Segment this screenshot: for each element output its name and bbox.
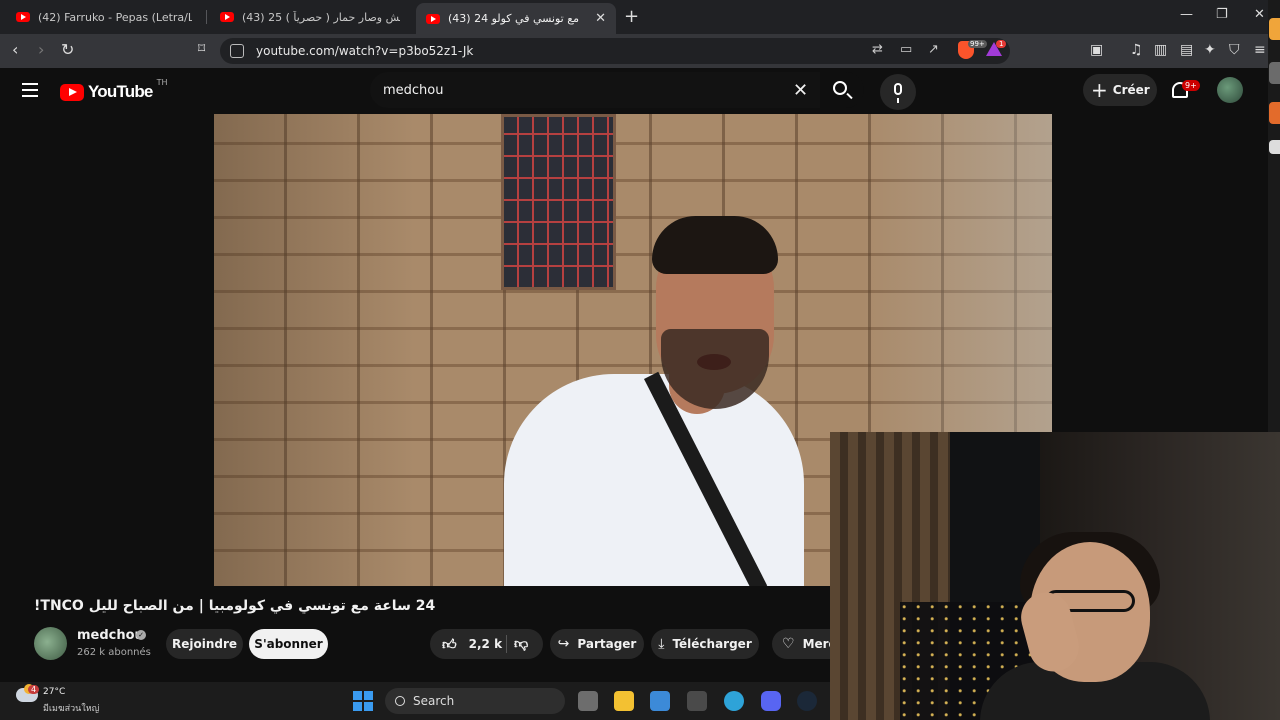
microphone-icon	[894, 83, 902, 103]
discord-icon[interactable]	[761, 691, 781, 711]
person-shirt	[504, 374, 804, 586]
reader-mode-icon[interactable]: ▣	[1090, 42, 1103, 58]
webcam-overlay	[830, 432, 1280, 720]
menu-icon[interactable]: ≡	[1254, 42, 1266, 58]
divider	[506, 635, 507, 653]
brave-shields-badge: 99+	[968, 40, 987, 48]
search-box	[370, 72, 820, 108]
tab-kabar[interactable]: (43) كبر الجحش وصار حمار ( حصرياً ) 25	[210, 4, 410, 30]
thanks-button[interactable]: ♡ Merci	[772, 629, 830, 659]
share-label: Partager	[577, 637, 637, 651]
media-icon[interactable]: ♫	[1130, 42, 1143, 58]
minimize-icon[interactable]: —	[1180, 7, 1193, 22]
bookmark-icon[interactable]: ⌑	[198, 41, 205, 57]
subscriber-count: 262 k abonnés	[77, 647, 151, 658]
translate-icon[interactable]: ⇄	[872, 42, 883, 57]
sidebar-icon[interactable]: ▥	[1154, 42, 1167, 58]
heart-dollar-icon: ♡	[782, 636, 795, 652]
thanks-label: Merci	[802, 637, 830, 651]
forward-icon[interactable]: ›	[38, 40, 44, 59]
weather-description[interactable]: มีเมฆส่วนใหญ่	[43, 701, 99, 715]
new-tab-button[interactable]: +	[624, 6, 639, 27]
address-bar[interactable]: youtube.com/watch?v=p3bo52z1-Jk	[220, 38, 1010, 64]
extension-icon[interactable]	[1269, 102, 1280, 124]
download-icon: ⤓	[658, 636, 665, 652]
leo-ai-icon[interactable]: ✦	[1204, 42, 1216, 58]
youtube-masthead: YouTube TH ✕ + Créer 9+	[0, 68, 1268, 114]
tab-farruko[interactable]: (42) Farruko - Pepas (Letra/Lyrics) - Y	[6, 4, 202, 30]
steam-icon[interactable]	[797, 691, 817, 711]
dislike-thumb-icon[interactable]: 👎︎	[514, 635, 528, 652]
tab-title: (43) 24 ساعة مع تونسي في كولو	[448, 12, 583, 25]
video-title: 24 ساعة مع تونسي في كولومبيا | من الصباح…	[34, 598, 436, 614]
like-count[interactable]: 2,2 k	[469, 637, 502, 651]
country-code: TH	[156, 78, 168, 87]
person-hair	[652, 216, 778, 274]
barred-window	[501, 114, 616, 290]
share-button[interactable]: ↪ Partager	[550, 629, 644, 659]
youtube-wordmark: YouTube	[88, 82, 153, 101]
search-button[interactable]	[820, 72, 864, 108]
tab-active-video[interactable]: (43) 24 ساعة مع تونسي في كولو ✕	[416, 3, 616, 34]
account-avatar[interactable]	[1217, 77, 1243, 103]
like-dislike-group: 👍︎ 2,2 k 👎︎	[430, 629, 543, 659]
file-explorer-icon[interactable]	[614, 691, 634, 711]
channel-name[interactable]: medchou	[77, 628, 144, 643]
app-icon[interactable]	[687, 691, 707, 711]
tab-title: (42) Farruko - Pepas (Letra/Lyrics) - Y	[38, 10, 192, 24]
video-shade	[214, 114, 414, 586]
search-icon	[833, 81, 847, 95]
taskbar-search[interactable]: Search	[385, 688, 565, 714]
youtube-favicon-icon	[16, 12, 30, 22]
subscribe-button[interactable]: S'abonner	[249, 629, 328, 659]
verified-check-icon: ✓	[136, 630, 146, 640]
vpn-icon[interactable]: ⛉	[1229, 42, 1240, 58]
tab-separator	[206, 10, 207, 24]
site-info-icon[interactable]	[230, 44, 244, 58]
weather-temperature[interactable]: 27°C	[43, 687, 65, 697]
microsoft-store-icon[interactable]	[650, 691, 670, 711]
cast-icon[interactable]: ▭	[900, 42, 912, 57]
windows-start-icon[interactable]	[353, 691, 373, 711]
wallet-icon[interactable]: ▤	[1180, 42, 1193, 58]
extension-icon[interactable]	[1269, 18, 1280, 40]
restore-icon[interactable]: ❐	[1216, 7, 1228, 22]
notifications-badge: 9+	[1182, 80, 1200, 91]
extension-icon[interactable]	[1269, 62, 1280, 84]
like-thumb-icon[interactable]: 👍︎	[442, 636, 457, 653]
share-page-icon[interactable]: ↗	[928, 42, 939, 57]
share-arrow-icon: ↪	[557, 636, 570, 652]
url-text: youtube.com/watch?v=p3bo52z1-Jk	[256, 44, 474, 58]
create-label: Créer	[1112, 83, 1150, 97]
taskbar-search-label: Search	[413, 694, 455, 708]
search-input[interactable]	[383, 82, 783, 98]
back-icon[interactable]: ‹	[12, 40, 18, 59]
task-view-icon[interactable]	[578, 691, 598, 711]
create-button[interactable]: + Créer	[1083, 74, 1157, 106]
voice-search-button[interactable]	[880, 74, 916, 110]
search-icon	[395, 696, 405, 706]
guide-menu-icon[interactable]	[22, 83, 38, 97]
youtube-favicon-icon	[220, 12, 234, 22]
channel-avatar[interactable]	[34, 627, 67, 660]
edge-icon[interactable]	[724, 691, 744, 711]
clear-search-icon[interactable]: ✕	[793, 80, 808, 101]
youtube-favicon-icon	[426, 13, 440, 24]
person-mouth	[697, 354, 731, 370]
close-tab-icon[interactable]: ✕	[595, 11, 606, 26]
join-button[interactable]: Rejoindre	[166, 629, 243, 659]
youtube-play-icon	[60, 83, 84, 101]
youtube-logo[interactable]: YouTube TH	[60, 78, 168, 102]
plus-icon: +	[1091, 78, 1108, 102]
download-button[interactable]: ⤓ Télécharger	[651, 629, 759, 659]
extension-icon[interactable]	[1269, 140, 1280, 154]
weather-badge: 4	[28, 685, 40, 694]
reload-icon[interactable]: ↻	[61, 40, 74, 59]
tab-title: (43) كبر الجحش وصار حمار ( حصرياً ) 25	[242, 10, 400, 24]
close-window-icon[interactable]: ✕	[1254, 7, 1265, 22]
download-label: Télécharger	[672, 637, 752, 651]
